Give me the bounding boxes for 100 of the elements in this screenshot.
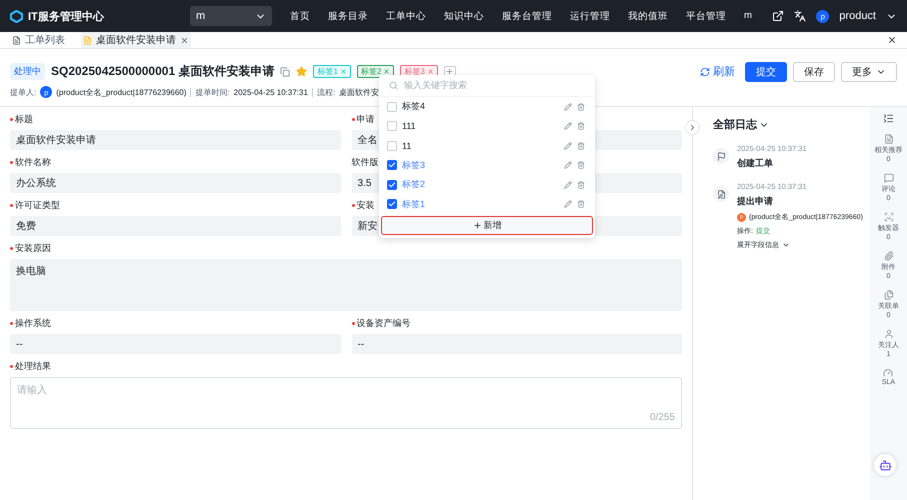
meta-label: 提单时间: bbox=[195, 86, 230, 98]
check-icon bbox=[388, 200, 396, 208]
delete-icon[interactable] bbox=[577, 142, 585, 150]
collapse-toggle[interactable] bbox=[685, 120, 700, 135]
close-icon[interactable] bbox=[887, 35, 897, 45]
delete-icon[interactable] bbox=[577, 161, 585, 170]
edit-icon[interactable] bbox=[564, 122, 572, 130]
collapse-list-icon[interactable] bbox=[883, 113, 894, 124]
input-field: -- bbox=[10, 334, 340, 354]
edit-icon[interactable] bbox=[564, 102, 572, 111]
nav-item[interactable]: 工单中心 bbox=[386, 10, 426, 22]
status-badge: 处理中 bbox=[10, 63, 45, 80]
copy-icon[interactable] bbox=[280, 66, 290, 76]
meta-label: 提单人: bbox=[10, 86, 36, 98]
comment-icon bbox=[884, 173, 894, 183]
nav-item[interactable]: 服务目录 bbox=[328, 10, 368, 22]
nav-item[interactable]: 服务台管理 bbox=[502, 10, 552, 22]
external-link-icon[interactable] bbox=[772, 10, 784, 22]
log-title: 创建工单 bbox=[737, 157, 774, 170]
edit-icon[interactable] bbox=[564, 180, 572, 189]
tag-option[interactable]: 标签1 bbox=[402, 198, 559, 211]
field-label: 安装 bbox=[352, 199, 374, 212]
log-title: 提出申请 bbox=[737, 195, 774, 208]
flow-name: 桌面软件安 bbox=[339, 86, 380, 98]
nav-item[interactable]: 知识中心 bbox=[444, 10, 484, 22]
plus-icon bbox=[445, 67, 454, 76]
delete-icon[interactable] bbox=[577, 180, 585, 189]
tag-option[interactable]: 标签2 bbox=[402, 178, 559, 192]
page-tab[interactable]: 工单列表 bbox=[10, 32, 67, 48]
nav-item[interactable]: 我的值班 bbox=[628, 10, 668, 22]
checkbox[interactable] bbox=[387, 160, 397, 170]
face-scan-icon bbox=[884, 212, 894, 222]
paperclip-icon bbox=[884, 251, 894, 261]
files-icon bbox=[884, 290, 894, 300]
checkbox[interactable] bbox=[387, 199, 397, 210]
tag-option[interactable]: 111 bbox=[402, 121, 559, 132]
page-tab[interactable]: 桌面软件安装申请 bbox=[81, 32, 191, 48]
delete-icon[interactable] bbox=[577, 102, 585, 111]
save-button[interactable]: 保存 bbox=[793, 62, 835, 82]
star-icon[interactable] bbox=[296, 66, 308, 77]
document-icon bbox=[12, 36, 21, 44]
submit-time: 2025-04-25 10:37:31 bbox=[234, 88, 308, 96]
input-field: 桌面软件安装申请 bbox=[10, 130, 340, 150]
field-label: 许可证类型 bbox=[10, 199, 60, 212]
nav-item[interactable]: 首页 bbox=[290, 10, 310, 22]
user-name[interactable]: product bbox=[839, 10, 876, 22]
edit-icon[interactable] bbox=[564, 161, 572, 170]
close-icon[interactable] bbox=[180, 36, 189, 44]
nav-item[interactable]: 运行管理 bbox=[570, 10, 610, 22]
tab-label: 桌面软件安装申请 bbox=[96, 34, 176, 47]
refresh-icon bbox=[700, 66, 710, 76]
document-icon bbox=[884, 134, 894, 144]
reason-field: 换电脑 bbox=[10, 259, 682, 311]
app-title: IT服务管理中心 bbox=[28, 10, 104, 24]
edit-icon[interactable] bbox=[564, 142, 572, 150]
gauge-icon bbox=[883, 368, 894, 378]
nav-item[interactable]: m bbox=[744, 10, 752, 22]
log-filter[interactable]: 全部日志 bbox=[713, 117, 870, 132]
delete-icon[interactable] bbox=[577, 122, 585, 130]
tab-label: 工单列表 bbox=[25, 34, 65, 47]
tag-option[interactable]: 标签4 bbox=[402, 100, 559, 114]
robot-icon bbox=[878, 458, 892, 472]
submitter-name: (product全名_product|18776239660) bbox=[56, 86, 186, 98]
user-icon bbox=[884, 329, 894, 339]
field-label: 软件版 bbox=[352, 156, 378, 169]
app-logo[interactable]: IT服务管理中心 bbox=[10, 8, 180, 24]
meta-label: 流程: bbox=[316, 86, 336, 98]
search-icon bbox=[389, 81, 398, 90]
field-label: 处理结果 bbox=[10, 360, 51, 373]
field-label: 操作系统 bbox=[10, 317, 51, 330]
check-icon bbox=[388, 161, 396, 170]
input-field: 办公系统 bbox=[10, 173, 340, 193]
chevron-down-icon bbox=[782, 241, 790, 249]
more-button[interactable]: 更多 bbox=[841, 62, 897, 82]
nav-item[interactable]: 平台管理 bbox=[686, 10, 726, 22]
check-icon bbox=[388, 180, 396, 189]
assistant-button[interactable] bbox=[874, 454, 896, 476]
field-label: 安装原因 bbox=[10, 242, 51, 255]
input-field: 免费 bbox=[10, 216, 340, 236]
field-label: 标题 bbox=[10, 113, 33, 126]
tag-option[interactable]: 11 bbox=[402, 140, 559, 151]
tag-option[interactable]: 标签3 bbox=[402, 158, 559, 172]
logo-icon bbox=[10, 10, 23, 22]
flag-icon bbox=[713, 148, 729, 164]
edit-icon bbox=[713, 186, 729, 202]
submit-button[interactable]: 提交 bbox=[745, 62, 787, 82]
field-label: 申请 bbox=[352, 113, 374, 126]
translate-icon[interactable] bbox=[794, 10, 806, 22]
input-field: -- bbox=[352, 334, 682, 354]
workspace-select[interactable]: m bbox=[190, 6, 272, 26]
plus-icon bbox=[472, 221, 482, 230]
refresh-button[interactable]: 刷新 bbox=[696, 64, 739, 79]
chevron-right-icon bbox=[688, 123, 697, 132]
field-label: 设备资产编号 bbox=[352, 317, 410, 330]
ticket-title: SQ2025042500000001 桌面软件安装申请 bbox=[51, 63, 274, 80]
checkbox[interactable] bbox=[387, 180, 397, 190]
field-label: 软件名称 bbox=[10, 156, 51, 169]
edit-icon[interactable] bbox=[564, 200, 572, 208]
add-tag-button[interactable]: 新增 bbox=[381, 216, 593, 235]
delete-icon[interactable] bbox=[577, 200, 585, 208]
